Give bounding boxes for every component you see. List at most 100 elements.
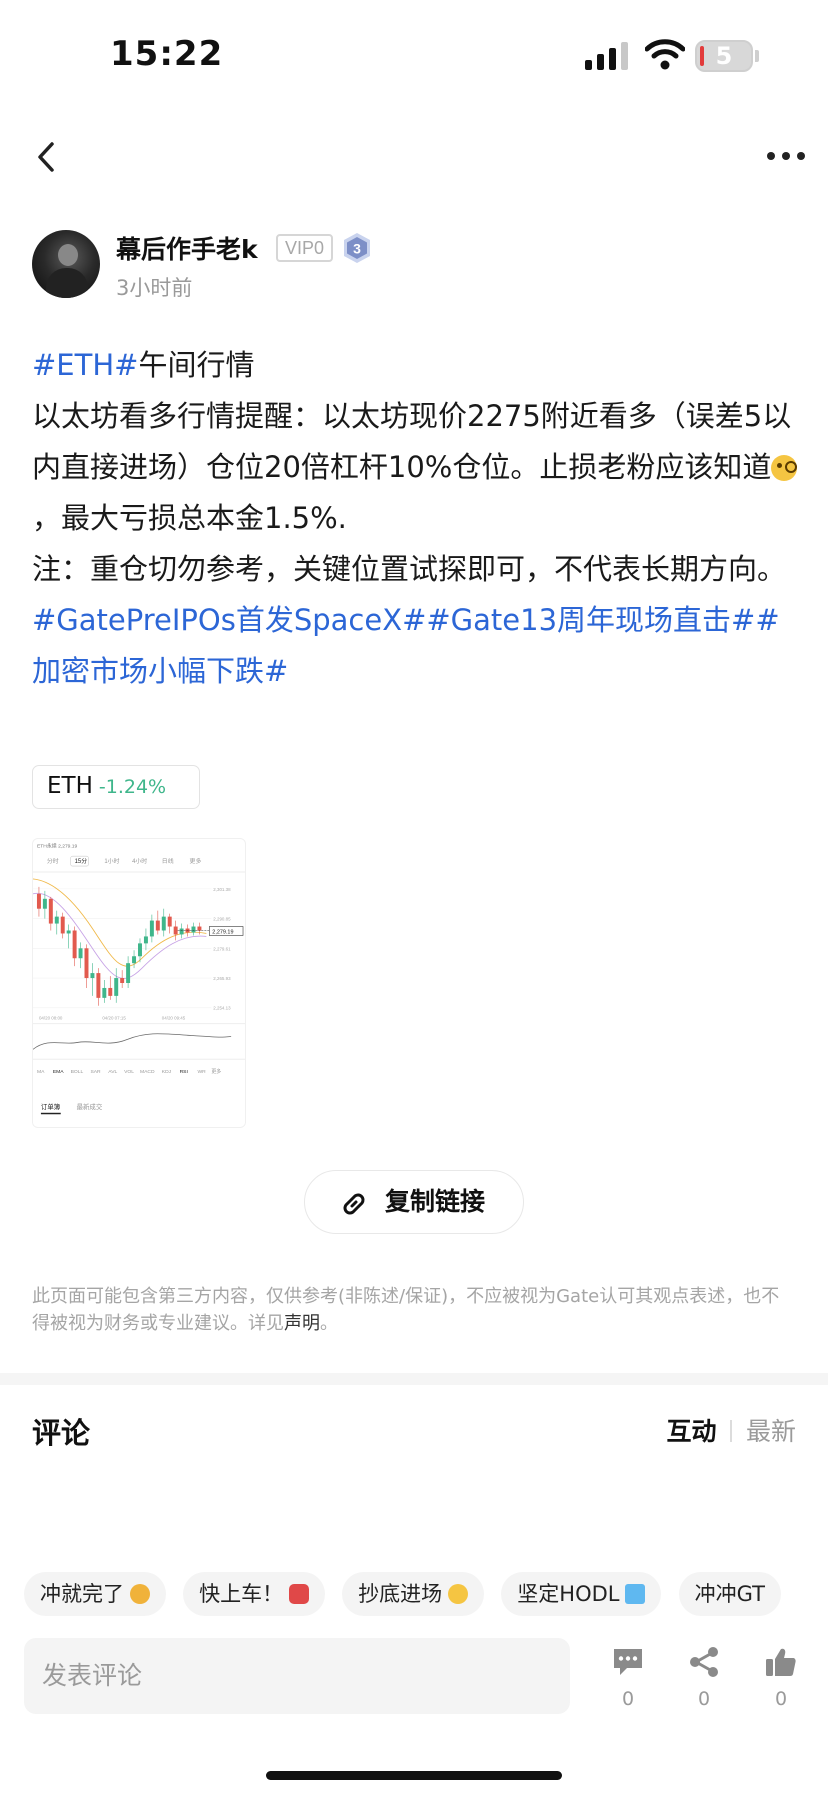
like-count: 0 [774, 1688, 788, 1710]
candle-body [132, 956, 137, 964]
candle-body [114, 978, 119, 996]
comment-icon [614, 1649, 642, 1675]
candle-body [126, 963, 131, 983]
comment-sort-tabs: 互动 最新 [666, 1412, 796, 1448]
status-time: 15:22 [110, 34, 224, 74]
wifi-icon [645, 39, 685, 70]
sort-tab-interaction[interactable]: 互动 [666, 1412, 716, 1448]
comment-count: 0 [621, 1688, 635, 1710]
thumb-indicator: BOLL [71, 1069, 84, 1075]
author-avatar[interactable] [32, 230, 100, 298]
candle-body [72, 930, 77, 959]
svg-text:2,290.85: 2,290.85 [213, 917, 231, 922]
thumb-indicator: MACD [140, 1069, 155, 1075]
candle-body [173, 926, 178, 935]
quick-reply-label: 快上车！ [199, 1582, 284, 1606]
svg-text:04/20 09:45: 04/20 09:45 [162, 1016, 186, 1021]
thumb-indicator: WR [197, 1069, 206, 1075]
thumb-indicator: KDJ [162, 1069, 172, 1075]
chart-image-thumbnail[interactable]: ETH永续 2,279.19 分时 15分 1小时 4小时 日线 更多 2,27… [32, 838, 246, 1128]
disclaimer-text: 此页面可能包含第三方内容，仅供参考(非陈述/保证)，不应被视为Gate认可其观点… [32, 1283, 792, 1337]
candle-body [191, 926, 196, 933]
cellular-signal-icon [585, 42, 628, 70]
back-arrow-icon[interactable] [32, 140, 62, 174]
hashtag-link[interactable]: #Gate13周年现场直击# [426, 603, 755, 637]
post-text-2: ，最大亏损总本金1.5%. [32, 501, 347, 535]
coin-ticker-chip[interactable]: ETH -1.24% [32, 765, 200, 809]
disclaimer-link[interactable]: 声明 [284, 1313, 320, 1334]
comments-title: 评论 [32, 1416, 91, 1450]
post-paragraph-2: 注：重仓切勿参考，关键位置试探即可，不代表长期方向。 [32, 552, 787, 586]
sort-tab-latest[interactable]: 最新 [746, 1412, 796, 1448]
candle-body [54, 916, 59, 924]
post-content: #ETH#午间行情 以太坊看多行情提醒：以太坊现价2275附近看多（误差5以内直… [32, 340, 802, 697]
battery-icon: 5 [695, 40, 753, 72]
copy-link-button[interactable]: 复制链接 [304, 1170, 524, 1234]
post-line-1: #ETH#午间行情 [32, 340, 802, 391]
sunglasses-emoji-icon [448, 1584, 469, 1604]
candle-body [84, 948, 89, 979]
thumbs-up-icon [766, 1648, 796, 1676]
level-badge-icon: 3 [344, 233, 370, 263]
hashtag-eth[interactable]: #ETH# [32, 348, 138, 382]
home-indicator [266, 1771, 562, 1780]
sort-separator [730, 1420, 732, 1442]
thumb-indicator: VOL [124, 1069, 134, 1075]
coin-symbol: ETH [47, 773, 93, 799]
post-text-1: 以太坊看多行情提醒：以太坊现价2275附近看多（误差5以内直接进场）仓位20倍杠… [32, 399, 792, 484]
thumb-tab: 日线 [162, 857, 174, 865]
candle-body [36, 893, 41, 909]
candle-body [167, 916, 172, 927]
author-name[interactable]: 幕后作手老k [116, 230, 258, 266]
candle-body [197, 926, 202, 931]
coin-change: -1.24% [98, 776, 167, 798]
link-icon [343, 1193, 365, 1215]
disclaimer-body: 此页面可能包含第三方内容，仅供参考(非陈述/保证)，不应被视为Gate认可其观点… [32, 1286, 780, 1334]
thumb-indicator: 更多 [211, 1068, 221, 1075]
hashtag-link[interactable]: #GatePreIPOs首发SpaceX# [32, 603, 426, 637]
thumb-tab: 4小时 [132, 857, 147, 865]
thumb-tab: 更多 [190, 857, 202, 865]
quick-reply-row: 冲就完了 快上车！ 抄底进场 坚定HODL 冲冲GT [24, 1572, 828, 1616]
battery-cap [755, 50, 759, 62]
candle-body [48, 898, 53, 924]
candle-body [120, 978, 125, 983]
svg-text:2,265.93: 2,265.93 [213, 976, 231, 981]
thumb-indicator: MA [37, 1069, 45, 1075]
svg-text:2,279.19: 2,279.19 [212, 929, 233, 935]
comments-action[interactable]: 0 [603, 1646, 653, 1710]
quick-reply-chip[interactable]: 坚定HODL [501, 1572, 662, 1616]
quick-reply-chip[interactable]: 抄底进场 [342, 1572, 485, 1616]
more-options-icon[interactable] [766, 148, 806, 164]
share-count: 0 [697, 1688, 711, 1710]
thumb-title: ETH永续 2,279.19 [37, 842, 78, 849]
quick-reply-label: 冲冲GT [694, 1582, 765, 1606]
candle-body [179, 928, 184, 935]
quick-reply-chip[interactable]: 冲就完了 [24, 1572, 166, 1616]
quick-reply-chip[interactable]: 冲冲GT [678, 1572, 781, 1616]
like-action[interactable]: 0 [756, 1646, 806, 1710]
share-action[interactable]: 0 [679, 1646, 729, 1710]
candle-body [138, 943, 142, 957]
comment-input[interactable]: 发表评论 [24, 1638, 570, 1714]
post-hashtags: #GatePreIPOs首发SpaceX##Gate13周年现场直击##加密市场… [32, 595, 802, 697]
svg-text:2,301.38: 2,301.38 [213, 887, 231, 892]
candle-body [90, 973, 95, 979]
candle-body [155, 920, 160, 931]
quick-reply-chip[interactable]: 快上车！ [183, 1572, 326, 1616]
monocle-face-emoji [771, 455, 798, 481]
post-time: 3小时前 [116, 276, 193, 300]
candle-body [161, 916, 166, 931]
car-emoji-icon [289, 1584, 310, 1604]
quick-reply-label: 坚定HODL [517, 1582, 620, 1606]
candle-body [42, 898, 47, 909]
thumb-tab: 1小时 [104, 857, 119, 865]
post-title: 午间行情 [138, 348, 255, 382]
vip-badge: VIP0 [276, 234, 334, 262]
battery-level: 5 [715, 42, 733, 70]
copy-link-label: 复制链接 [385, 1187, 486, 1216]
post-paragraph-1: 以太坊看多行情提醒：以太坊现价2275附近看多（误差5以内直接进场）仓位20倍杠… [32, 391, 802, 544]
candle-body [102, 987, 107, 998]
svg-text:2,254.13: 2,254.13 [213, 1006, 231, 1011]
svg-text:04/20 07:15: 04/20 07:15 [102, 1016, 126, 1021]
